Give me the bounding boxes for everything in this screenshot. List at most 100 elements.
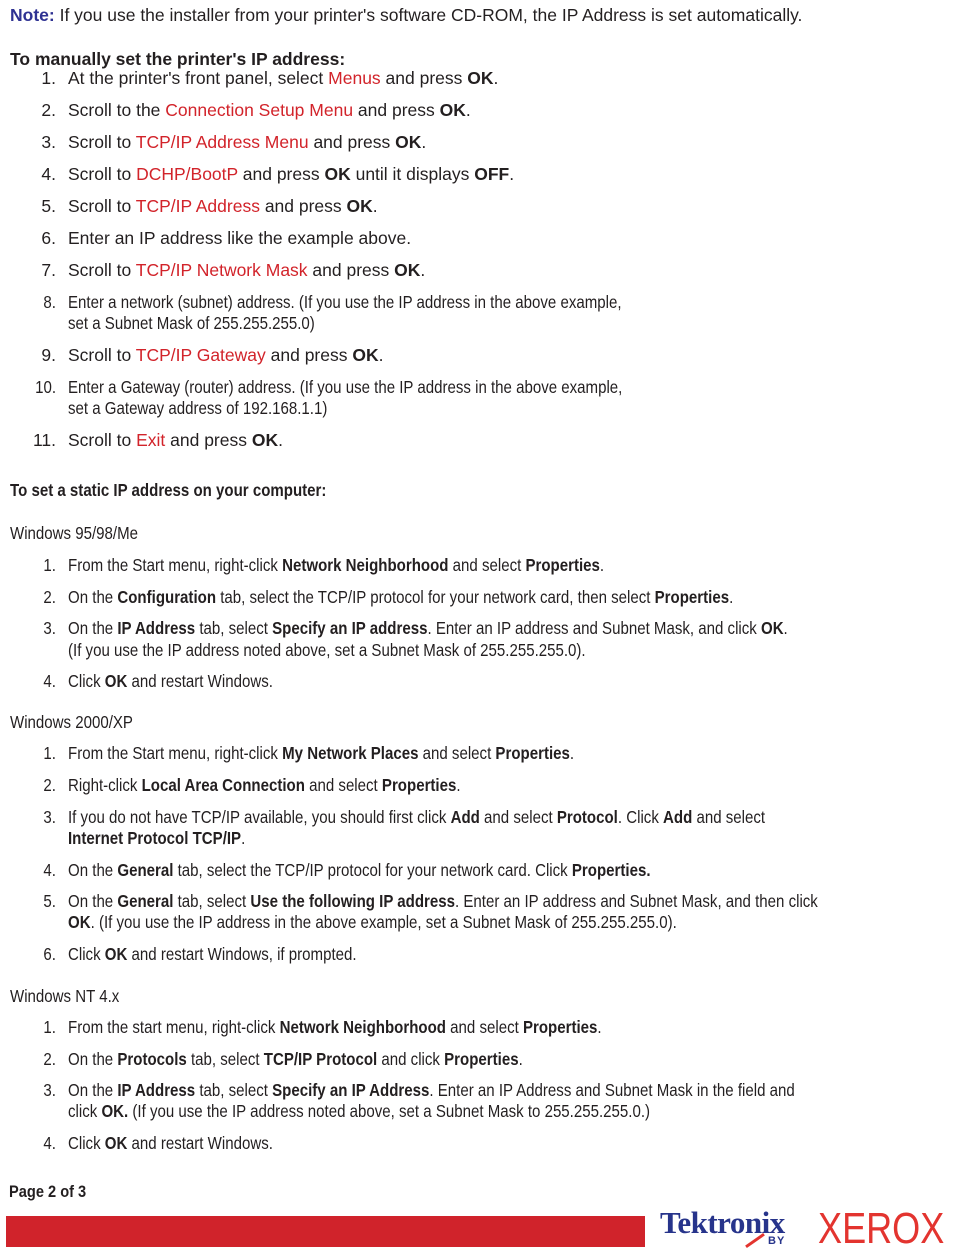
step-text: and select — [445, 1017, 523, 1037]
step-number: 3. — [43, 1080, 56, 1100]
step-number: 9. — [41, 345, 56, 365]
bold-term: OK — [104, 944, 128, 964]
bold-term: OK — [104, 671, 128, 691]
page-number: Page 2 of 3 — [9, 1182, 87, 1201]
bold-term: Internet Protocol TCP/IP — [68, 828, 242, 848]
menu-term: TCP/IP Address Menu — [135, 132, 309, 152]
step-number: 7. — [41, 260, 56, 280]
bold-term: Properties — [444, 1049, 519, 1069]
step-text: . Enter an IP Address and Subnet Mask in… — [429, 1080, 795, 1100]
step-text: and press — [308, 132, 396, 152]
logo-xerox: XEROX — [818, 1204, 945, 1253]
bold-term: OK — [68, 912, 91, 932]
bold-term: Network Neighborhood — [279, 1017, 446, 1037]
step-text: Scroll to the — [68, 100, 166, 120]
step-text: . — [421, 132, 427, 152]
step-text: . — [569, 743, 575, 763]
step-text: Click — [68, 1133, 105, 1153]
bold-term: OK — [346, 196, 373, 216]
step-line: Scroll to TCP/IP Gateway and press OK. — [68, 345, 383, 365]
step-line: Scroll to TCP/IP Network Mask and press … — [68, 260, 425, 280]
step-text: . Click — [617, 807, 664, 827]
step-number: 1. — [43, 1017, 56, 1037]
note-text: If you use the installer from your print… — [54, 5, 803, 25]
step-text: set a Gateway address of 192.168.1.1) — [68, 398, 328, 418]
step-line: set a Gateway address of 192.168.1.1) — [68, 398, 327, 418]
step-line: If you do not have TCP/IP available, you… — [68, 807, 765, 827]
step-line: Scroll to Exit and press OK. — [68, 430, 283, 450]
step-text: and press — [165, 430, 252, 450]
step-text: . (If you use the IP address in the abov… — [90, 912, 677, 932]
step-text: set a Subnet Mask of 255.255.255.0) — [68, 313, 315, 333]
step-text: and press — [307, 260, 395, 280]
menu-term: TCP/IP Address — [135, 196, 260, 216]
step-line: OK. (If you use the IP address in the ab… — [68, 912, 677, 932]
step-number: 6. — [41, 228, 56, 248]
step-text: . — [599, 555, 605, 575]
step-text: and click — [377, 1049, 445, 1069]
step-text: tab, select — [186, 1049, 264, 1069]
step-line: On the Configuration tab, select the TCP… — [68, 587, 733, 607]
step-text: and restart Windows, if prompted. — [127, 944, 357, 964]
step-text: . — [729, 587, 734, 607]
step-text: Click — [68, 671, 105, 691]
bold-term: Configuration — [117, 587, 217, 607]
menu-term: Menus — [328, 68, 381, 88]
step-number: 4. — [43, 671, 56, 691]
step-line: From the start menu, right-click Network… — [68, 1017, 602, 1037]
step-number: 3. — [41, 132, 56, 152]
step-line: On the IP Address tab, select Specify an… — [68, 1080, 795, 1100]
step-line: From the Start menu, right-click My Netw… — [68, 743, 574, 763]
step-number: 1. — [41, 68, 56, 88]
bold-term: OK — [467, 68, 494, 88]
step-line: On the IP Address tab, select Specify an… — [68, 618, 788, 638]
step-line: click OK. (If you use the IP address not… — [68, 1101, 650, 1121]
bold-term: TCP/IP Protocol — [263, 1049, 378, 1069]
step-text: and press — [380, 68, 468, 88]
step-number: 2. — [43, 587, 56, 607]
step-text: click — [68, 1101, 102, 1121]
step-text: At the printer's front panel, select — [68, 68, 329, 88]
logo-by: BY — [768, 1235, 786, 1247]
bold-term: Properties — [495, 743, 570, 763]
footer-red-bar — [6, 1216, 645, 1247]
step-number: 1. — [43, 555, 56, 575]
step-line: set a Subnet Mask of 255.255.255.0) — [68, 313, 315, 333]
bold-term: My Network Places — [282, 743, 419, 763]
step-number: 8. — [43, 292, 56, 312]
bold-term: General — [117, 860, 174, 880]
bold-term: OK — [760, 618, 784, 638]
bold-term: Properties — [525, 555, 600, 575]
bold-term: Add — [663, 807, 693, 827]
step-text: . — [420, 260, 426, 280]
step-text: . — [278, 430, 283, 450]
menu-term: TCP/IP Gateway — [135, 345, 266, 365]
step-line: Scroll to the Connection Setup Menu and … — [68, 100, 471, 120]
menu-term: Connection Setup Menu — [165, 100, 354, 120]
step-text: . — [597, 1017, 602, 1037]
step-text: and select — [692, 807, 766, 827]
bold-term: Properties. — [571, 860, 651, 880]
step-number: 4. — [41, 164, 56, 184]
step-text: and select — [479, 807, 557, 827]
menu-term: DCHP/BootP — [136, 164, 238, 184]
bold-term: Local Area Connection — [141, 775, 305, 795]
step-line: Scroll to DCHP/BootP and press OK until … — [68, 164, 514, 184]
step-text: . Enter an IP address and Subnet Mask, a… — [427, 618, 761, 638]
step-text: From the start menu, right-click — [68, 1017, 280, 1037]
step-line: Enter a Gateway (router) address. (If yo… — [68, 377, 622, 397]
step-number: 5. — [41, 196, 56, 216]
step-text: and select — [304, 775, 382, 795]
os-section-title: Windows NT 4.x — [10, 986, 120, 1006]
step-text: tab, select the TCP/IP protocol for your… — [216, 587, 655, 607]
step-text: . — [518, 1049, 523, 1069]
step-text: and select — [418, 743, 496, 763]
step-line: Internet Protocol TCP/IP. — [68, 828, 245, 848]
step-number: 6. — [43, 944, 56, 964]
bold-term: Protocol — [556, 807, 618, 827]
bold-term: OK — [439, 100, 466, 120]
step-text: and restart Windows. — [127, 671, 273, 691]
os-section-title: Windows 95/98/Me — [10, 523, 138, 543]
step-number: 4. — [43, 1133, 56, 1153]
bold-term: OK — [352, 345, 379, 365]
